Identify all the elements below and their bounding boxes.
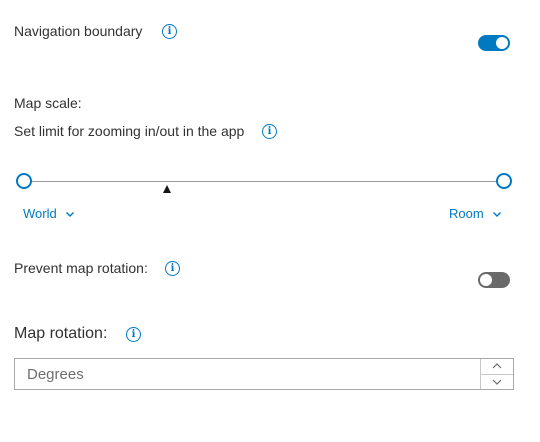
prevent-rotation-label: Prevent map rotation: <box>14 260 148 276</box>
info-icon[interactable]: i <box>126 327 141 342</box>
decrement-button[interactable] <box>481 373 513 390</box>
rotation-stepper <box>480 359 513 389</box>
map-rotation-input-group <box>14 358 514 390</box>
current-scale-marker <box>163 185 171 193</box>
toggle-knob <box>480 274 492 286</box>
map-rotation-label: Map rotation: <box>14 325 108 342</box>
scale-slider-min-handle[interactable] <box>16 173 32 189</box>
navigation-boundary-toggle[interactable] <box>478 35 510 51</box>
info-icon[interactable]: i <box>262 124 277 139</box>
scale-slider-track[interactable] <box>24 181 504 182</box>
chevron-down-icon <box>65 211 74 217</box>
chevron-up-icon <box>492 363 502 369</box>
chevron-down-icon <box>492 379 502 385</box>
toggle-knob <box>496 37 508 49</box>
navigation-boundary-label: Navigation boundary <box>14 23 143 39</box>
increment-button[interactable] <box>481 359 513 374</box>
chevron-down-icon <box>492 211 501 217</box>
scale-max-dropdown[interactable]: Room <box>449 206 502 221</box>
map-scale-label: Map scale: <box>14 95 82 111</box>
prevent-rotation-toggle[interactable] <box>478 272 510 288</box>
scale-min-dropdown[interactable]: World <box>23 206 75 221</box>
scale-min-label: World <box>23 206 57 221</box>
scale-slider-max-handle[interactable] <box>496 173 512 189</box>
scale-max-label: Room <box>449 206 484 221</box>
info-icon[interactable]: i <box>162 24 177 39</box>
map-rotation-input[interactable] <box>15 359 480 389</box>
info-icon[interactable]: i <box>165 261 180 276</box>
map-scale-description: Set limit for zooming in/out in the app <box>14 123 245 139</box>
